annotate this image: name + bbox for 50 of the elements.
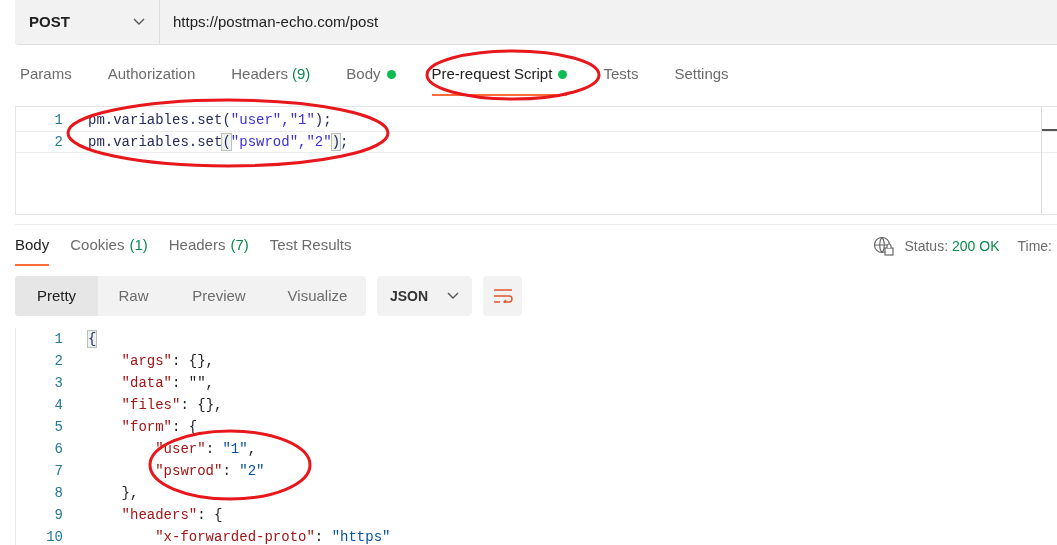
- line-number: 4: [53, 395, 63, 415]
- chevron-down-icon: [133, 18, 145, 26]
- code-line: "headers": {: [120, 505, 223, 525]
- code-line: "args": {},: [120, 351, 215, 371]
- request-tab[interactable]: Settings: [674, 55, 729, 96]
- code-line: "form": {: [120, 417, 198, 437]
- request-tab[interactable]: Params: [20, 55, 72, 96]
- status-label: Status:: [904, 236, 949, 256]
- chevron-down-icon: [447, 292, 459, 300]
- request-tab[interactable]: Body: [346, 55, 396, 96]
- url-input-field[interactable]: https://postman-echo.com/post: [160, 10, 379, 34]
- response-tab[interactable]: Test Results: [269, 226, 352, 266]
- response-tab[interactable]: Body: [15, 226, 50, 266]
- wrap-lines-icon: [492, 289, 513, 303]
- line-number: 10: [45, 527, 63, 545]
- view-mode-tab[interactable]: Visualize: [269, 276, 366, 316]
- view-mode-tab[interactable]: Pretty: [15, 276, 98, 316]
- code-line: "pswrod": "2": [154, 461, 265, 481]
- line-number: 3: [53, 373, 63, 393]
- line-number: 9: [53, 505, 63, 525]
- code-line: pm.variables.set("user","1");: [88, 110, 332, 130]
- request-tab[interactable]: Headers (9): [231, 55, 311, 96]
- line-number: 2: [53, 132, 63, 152]
- script-editor[interactable]: 1 pm.variables.set("user","1"); 2 pm.variables.set("pswrod","2");: [15, 106, 1057, 215]
- time-label: Time:: [1017, 236, 1052, 256]
- line-number: 1: [53, 329, 63, 349]
- line-number: 5: [53, 417, 63, 437]
- code-line: "x-forwarded-proto": "https": [154, 527, 391, 545]
- response-tab[interactable]: Headers (7): [168, 226, 249, 266]
- request-tab[interactable]: Tests: [603, 55, 639, 96]
- view-mode-tab[interactable]: Raw: [98, 276, 169, 316]
- line-number: 2: [53, 351, 63, 371]
- line-number: 1: [53, 110, 63, 130]
- line-number: 6: [53, 439, 63, 459]
- view-mode-tab[interactable]: Preview: [169, 276, 269, 316]
- format-dropdown[interactable]: JSON: [377, 276, 472, 316]
- globe-lock-icon[interactable]: [873, 236, 895, 256]
- request-tab[interactable]: Authorization: [107, 55, 196, 96]
- code-line: "user": "1",: [154, 439, 257, 459]
- response-tab[interactable]: Cookies (1): [70, 226, 148, 266]
- method-dropdown[interactable]: POST: [15, 0, 160, 44]
- line-number: 8: [53, 483, 63, 503]
- code-line: pm.variables.set("pswrod","2");: [88, 132, 349, 152]
- code-line: "data": "",: [120, 373, 215, 393]
- request-tab[interactable]: Pre-request Script: [431, 55, 568, 96]
- line-number: 7: [53, 461, 63, 481]
- status-value: 200 OK: [952, 236, 1000, 256]
- code-line: },: [120, 483, 139, 503]
- code-line: "files": {},: [120, 395, 223, 415]
- wrap-lines-button[interactable]: [483, 276, 522, 316]
